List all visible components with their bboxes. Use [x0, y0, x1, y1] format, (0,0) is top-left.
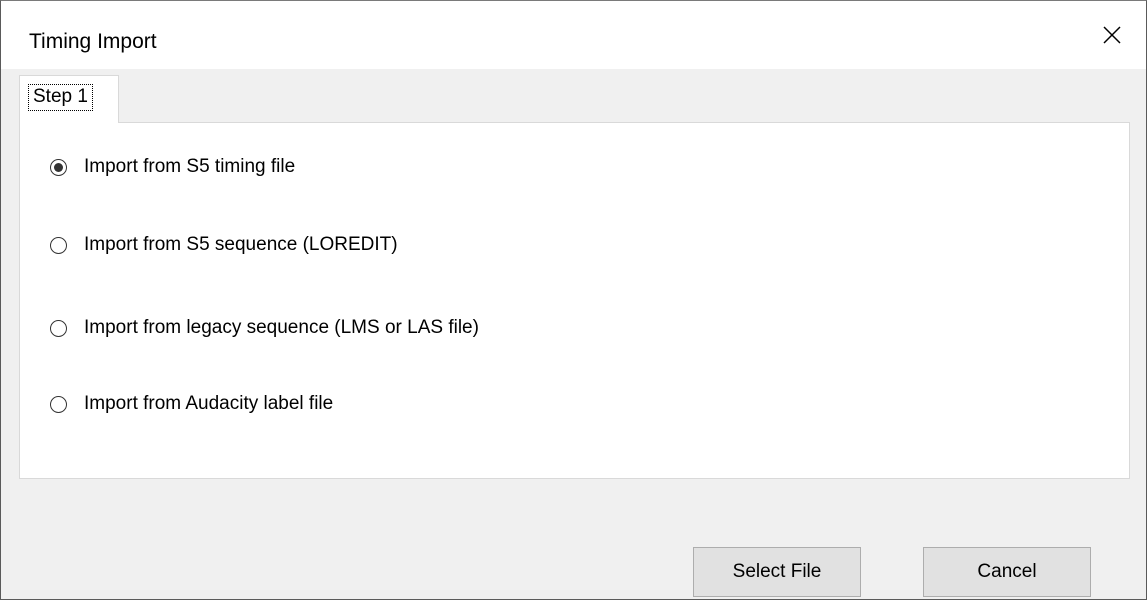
close-icon	[1102, 25, 1122, 45]
tab-label: Step 1	[28, 84, 93, 111]
select-file-button[interactable]: Select File	[693, 547, 861, 597]
radio-label: Import from S5 timing file	[84, 156, 296, 177]
radio-button-selected[interactable]	[50, 158, 67, 176]
radio-import-s5-timing-file[interactable]: Import from S5 timing file	[50, 153, 295, 181]
radio-button[interactable]	[50, 395, 67, 413]
radio-import-legacy-sequence[interactable]: Import from legacy sequence (LMS or LAS …	[50, 314, 479, 342]
radio-dot	[54, 162, 63, 172]
radio-label: Import from Audacity label file	[84, 393, 334, 414]
tab-panel-step-1: Import from S5 timing file Import from S…	[19, 122, 1130, 479]
window-title: Timing Import	[29, 30, 157, 53]
close-button[interactable]	[1078, 1, 1146, 69]
radio-button[interactable]	[50, 319, 67, 337]
cancel-button[interactable]: Cancel	[923, 547, 1091, 597]
radio-label: Import from legacy sequence (LMS or LAS …	[84, 317, 479, 338]
tab-step-1[interactable]: Step 1	[19, 75, 119, 123]
radio-button[interactable]	[50, 236, 67, 254]
timing-import-dialog: Timing Import Step 1 Import from S5 timi…	[0, 0, 1147, 600]
radio-label: Import from S5 sequence (LOREDIT)	[84, 234, 398, 255]
title-bar: Timing Import	[1, 1, 1146, 69]
radio-import-s5-sequence[interactable]: Import from S5 sequence (LOREDIT)	[50, 231, 398, 259]
radio-import-audacity-label-file[interactable]: Import from Audacity label file	[50, 390, 333, 418]
